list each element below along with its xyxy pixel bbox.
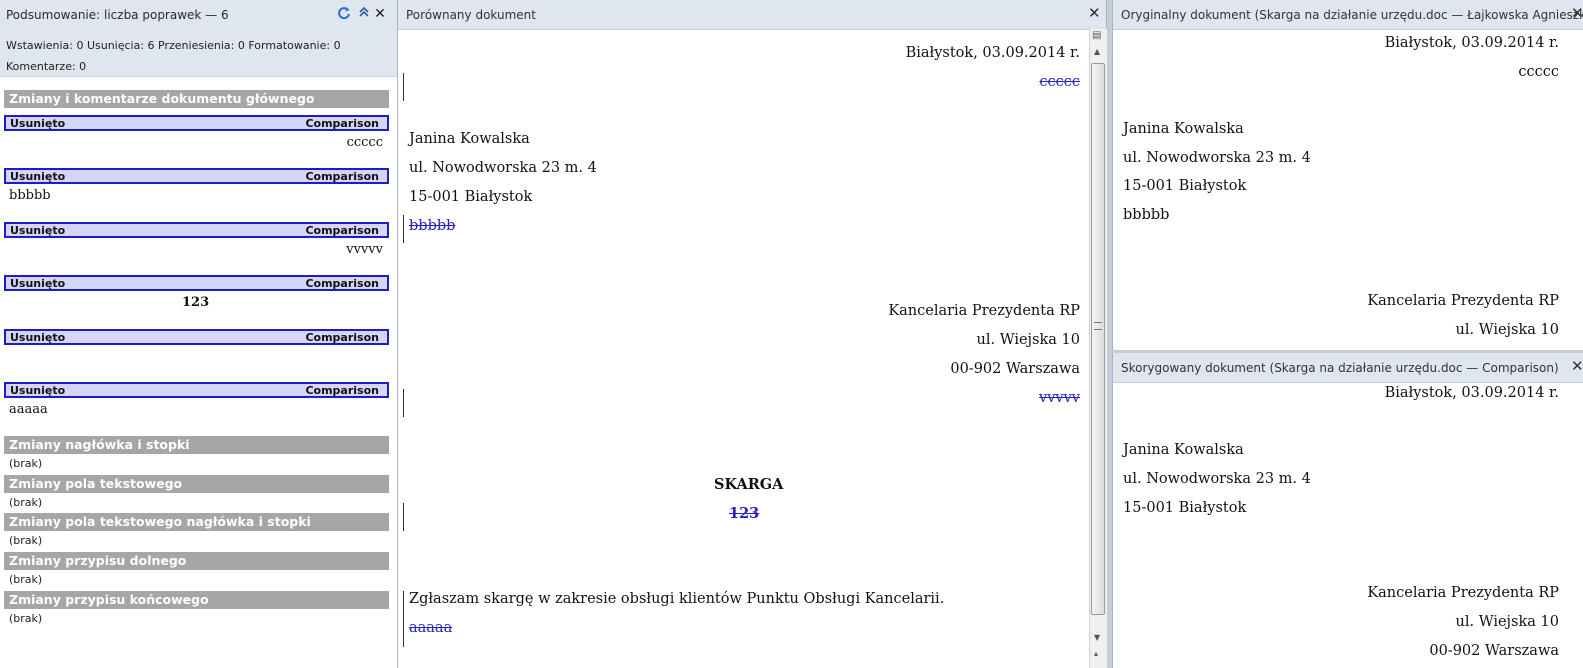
ruler-toggle-icon[interactable]: ▤ [1092,30,1101,41]
doc-text: ccccc [1518,64,1559,80]
revision-type: Usunięto [10,384,66,397]
section-empty-value: (brak) [9,457,43,470]
revision-text[interactable]: vvvvv [346,242,383,257]
section-empty-value: (brak) [9,573,43,586]
doc-heading: SKARGA [714,476,784,493]
vertical-scrollbar[interactable]: ▤ ▲ ▼ ▴ [1089,29,1107,668]
revisions-pane-header: Podsumowanie: liczba poprawek — 6 ✕ Wsta… [0,0,397,77]
revision-text[interactable]: aaaaa [9,402,48,417]
revision-header[interactable]: Usunięto Comparison [4,329,389,345]
change-bar [403,503,404,531]
revision-author: Comparison [305,170,379,183]
section-textbox[interactable]: Zmiany pola tekstowego [4,475,389,493]
section-header-footer-textbox[interactable]: Zmiany pola tekstowego nagłówka i stopki [4,513,389,531]
previous-page-icon[interactable]: ▴ [1094,649,1098,658]
recipient-name: Kancelaria Prezydenta RP [1367,293,1559,309]
revision-author: Comparison [305,277,379,290]
doc-date: Białystok, 03.09.2014 r. [1384,385,1559,401]
sender-name: Janina Kowalska [409,131,530,147]
collapse-icon[interactable] [356,6,372,22]
recipient-street: ul. Wiejska 10 [1455,322,1560,338]
revised-document-title: Skorygowany dokument (Skarga na działani… [1121,361,1559,375]
deleted-text[interactable]: vvvvv [1039,390,1080,406]
close-icon[interactable]: ✕ [1571,5,1583,21]
revision-counts: Wstawienia: 0 Usunięcia: 6 Przeniesienia… [6,39,341,52]
recipient-name: Kancelaria Prezydenta RP [888,303,1080,319]
original-document-title: Oryginalny dokument (Skarga na działanie… [1121,8,1583,22]
revised-document-pane: Skorygowany dokument (Skarga na działani… [1112,353,1583,668]
section-endnotes[interactable]: Zmiany przypisu końcowego [4,591,389,609]
compared-document-pane: Porównany dokument ✕ Białystok, 03.09.20… [398,0,1107,668]
sender-name: Janina Kowalska [1123,121,1244,137]
compared-document-header: Porównany dokument ✕ [398,0,1106,30]
recipient-street: ul. Wiejska 10 [1455,614,1560,630]
grip-icon [1094,322,1102,330]
revision-header[interactable]: Usunięto Comparison [4,275,389,291]
revision-text[interactable]: ccccc [347,135,383,150]
revision-author: Comparison [305,384,379,397]
section-footnotes[interactable]: Zmiany przypisu dolnego [4,552,389,570]
sender-street: ul. Nowodworska 23 m. 4 [409,160,597,176]
sender-street: ul. Nowodworska 23 m. 4 [1123,150,1311,166]
section-main-document[interactable]: Zmiany i komentarze dokumentu głównego [4,90,389,108]
original-document-header: Oryginalny dokument (Skarga na działanie… [1113,0,1583,30]
revision-header[interactable]: Usunięto Comparison [4,382,389,398]
sender-street: ul. Nowodworska 23 m. 4 [1123,471,1311,487]
close-icon[interactable]: ✕ [372,6,388,22]
revision-author: Comparison [305,117,379,130]
comment-count: Komentarze: 0 [6,60,87,73]
doc-body-text: Zgłaszam skargę w zakresie obsługi klien… [409,591,945,607]
doc-date: Białystok, 03.09.2014 r. [905,45,1080,61]
change-bar [403,591,404,647]
revision-header[interactable]: Usunięto Comparison [4,168,389,184]
refresh-icon[interactable] [336,6,352,22]
close-icon[interactable]: ✕ [1571,358,1583,374]
revision-type: Usunięto [10,170,66,183]
change-bar [403,215,404,243]
sender-city: 15-001 Białystok [1123,178,1247,194]
compared-document-title: Porównany dokument [406,8,536,22]
sender-name: Janina Kowalska [1123,442,1244,458]
deleted-text[interactable]: ccccc [1039,74,1080,90]
scrollbar-thumb[interactable] [1091,63,1105,615]
section-header-footer[interactable]: Zmiany nagłówka i stopki [4,436,389,454]
scroll-up-arrow-icon[interactable]: ▲ [1094,47,1100,56]
recipient-city: 00-902 Warszawa [950,361,1080,377]
revisions-pane: Podsumowanie: liczba poprawek — 6 ✕ Wsta… [0,0,398,668]
change-bar [403,389,404,417]
recipient-name: Kancelaria Prezydenta RP [1367,585,1559,601]
close-icon[interactable]: ✕ [1088,5,1101,21]
revision-header[interactable]: Usunięto Comparison [4,222,389,238]
change-bar [403,73,404,101]
revisions-summary-title: Podsumowanie: liczba poprawek — 6 [6,8,229,22]
revision-type: Usunięto [10,277,66,290]
recipient-street: ul. Wiejska 10 [976,332,1081,348]
revision-text[interactable]: bbbbb [9,188,51,203]
deleted-text[interactable]: aaaaa [409,620,452,636]
sender-city: 15-001 Białystok [409,189,533,205]
revision-stats: Wstawienia: 0 Usunięcia: 6 Przeniesienia… [6,35,386,77]
revised-document-header: Skorygowany dokument (Skarga na działani… [1113,353,1583,383]
section-empty-value: (brak) [9,496,43,509]
original-document-pane: Oryginalny dokument (Skarga na działanie… [1112,0,1583,350]
doc-text: bbbbb [1123,207,1170,223]
revision-author: Comparison [305,224,379,237]
revision-text[interactable]: 123 [182,295,209,310]
revision-type: Usunięto [10,331,66,344]
recipient-city: 00-902 Warszawa [1429,643,1559,659]
revision-author: Comparison [305,331,379,344]
scroll-down-arrow-icon[interactable]: ▼ [1094,633,1100,642]
revision-type: Usunięto [10,224,66,237]
doc-date: Białystok, 03.09.2014 r. [1384,35,1559,51]
section-empty-value: (brak) [9,534,43,547]
deleted-text[interactable]: bbbbb [409,218,455,234]
deleted-text[interactable]: 123 [729,505,759,522]
revision-header[interactable]: Usunięto Comparison [4,115,389,131]
section-empty-value: (brak) [9,612,43,625]
revision-type: Usunięto [10,117,66,130]
sender-city: 15-001 Białystok [1123,500,1247,516]
